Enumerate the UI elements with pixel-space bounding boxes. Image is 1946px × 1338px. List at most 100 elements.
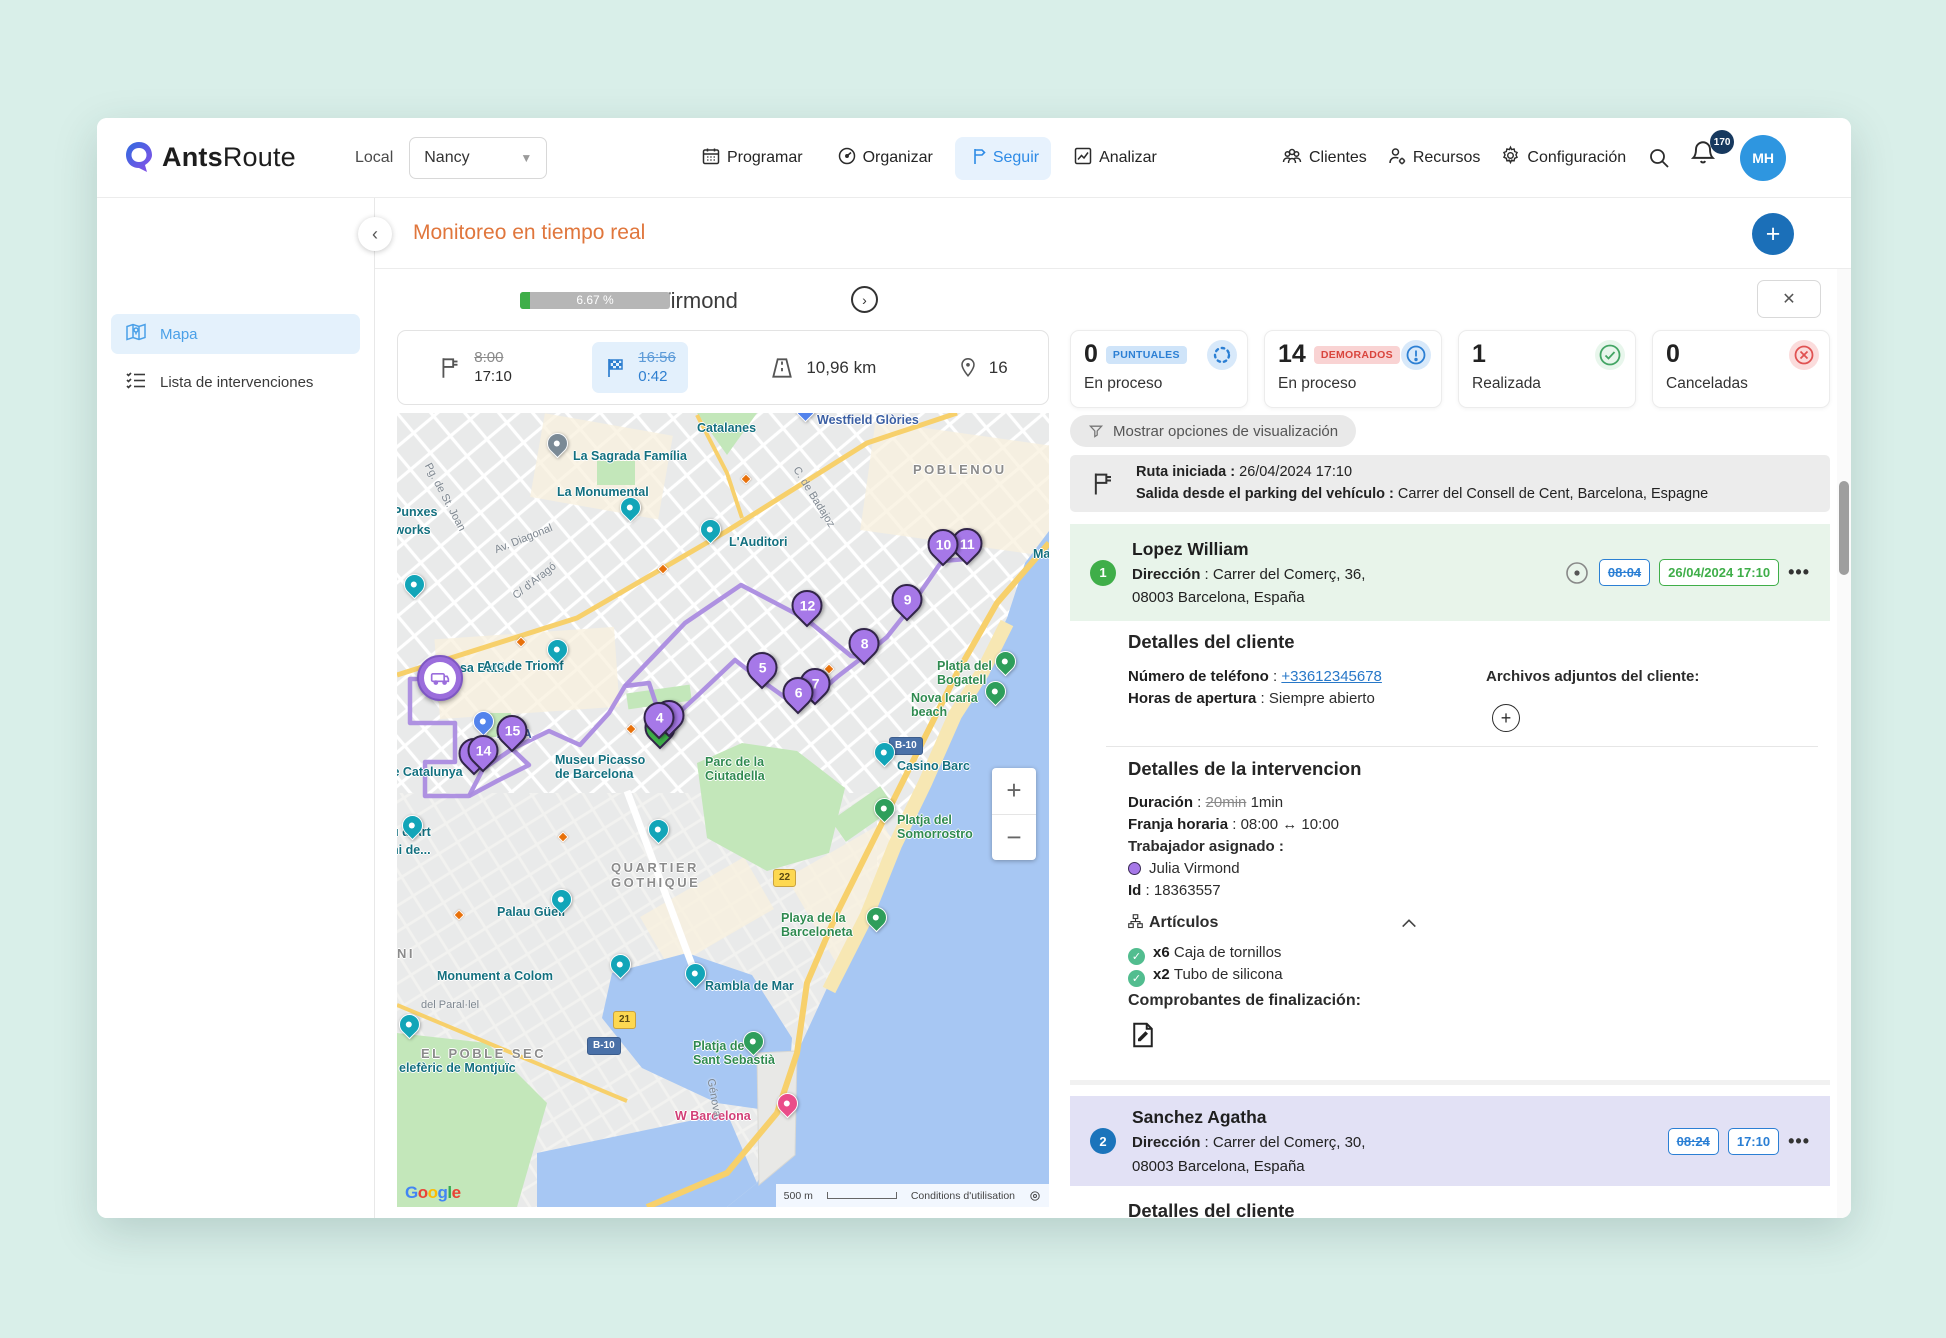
map-label: POBLENOU [913,463,1007,478]
vehicle-marker[interactable] [417,655,463,701]
check-icon: ✓ [1128,948,1145,965]
zoom-in-button[interactable]: + [992,768,1036,815]
map-zoom-control: + − [992,768,1036,860]
id-row: Id : 18363557 [1128,882,1221,899]
add-attachment-button[interactable]: + [1492,704,1520,732]
map-stop-marker-8[interactable]: 8 [849,628,880,659]
display-options-button[interactable]: Mostrar opciones de visualización [1070,415,1356,447]
nav-item-programar[interactable]: Programar [689,137,815,180]
map-label: C. de Badajoz [790,465,837,530]
stat-end: 16:560:42 [592,342,688,394]
avatar[interactable]: MH [1740,135,1786,181]
poi-pin-icon [681,959,711,989]
nav-item-analizar[interactable]: Analizar [1061,137,1169,180]
page-header: ‹ Monitoreo en tiempo real + [375,198,1851,269]
target-icon[interactable] [1564,560,1590,586]
collapse-articles-button[interactable] [1400,916,1418,935]
map-label: Westfield Glòries [817,413,919,427]
search-icon [1647,146,1671,170]
map-stop-marker-15[interactable]: 15 [497,715,528,746]
close-panel-button[interactable]: ✕ [1757,280,1821,318]
nav-item-recursos[interactable]: Recursos [1385,142,1483,175]
poi-pin-icon [870,738,900,768]
map-stop-marker-6[interactable]: 6 [783,677,814,708]
status-count: 1 [1472,340,1486,369]
status-card-puntuales[interactable]: 0PUNTUALESEn proceso [1070,330,1248,408]
scrollbar-track[interactable] [1837,269,1851,1218]
worker-row: Julia Virmond [1128,860,1240,877]
map-label: Playa de la Barceloneta [781,911,853,940]
status-badge: PUNTUALES [1106,346,1187,364]
map-stop-marker-9[interactable]: 9 [892,584,923,615]
map-label: elefèric de Montjuïc [399,1061,516,1075]
map-stop-marker-10[interactable]: 10 [928,529,959,560]
actual-time-pill: 17:10 [1728,1128,1779,1155]
stop-menu-button[interactable]: ••• [1788,562,1810,583]
notifications-button[interactable]: 170 [1690,139,1726,177]
client-details-heading: Detalles del cliente [1128,631,1295,653]
map-terms-link[interactable]: Conditions d'utilisation [911,1190,1015,1202]
end-remaining: 0:42 [638,368,676,387]
stop-card-2[interactable]: 2 Sanchez Agatha Dirección : Carrer del … [1070,1096,1830,1186]
nav-item-label: Configuración [1527,149,1626,167]
sidebar-item-lista-de-intervenciones[interactable]: Lista de intervenciones [111,362,360,402]
worker-label: Trabajador asignado : [1128,838,1284,855]
worker-color-dot [1128,862,1141,875]
signature-proof-button[interactable] [1128,1020,1158,1054]
stop-card-1[interactable]: 1 Lopez William Dirección : Carrer del C… [1070,524,1830,621]
sidebar: Mapa Lista de intervenciones [97,198,375,1218]
status-card-realizada[interactable]: 1Realizada [1458,330,1636,408]
stops-count: 16 [989,358,1008,378]
worker-name: Julia Virmond [1149,860,1240,877]
site-select[interactable]: Nancy ▼ [409,137,547,179]
article-item: ✓x6 Caja de tornillos [1128,944,1281,965]
nav-item-configuracin[interactable]: Configuración [1498,141,1628,175]
poi-pin-icon [400,570,430,600]
poi-pin-icon [543,429,573,459]
route-departure-value: Carrer del Consell de Cent, Barcelona, E… [1398,486,1708,502]
phone-link[interactable]: +33612345678 [1281,668,1382,685]
back-button[interactable]: ‹ [358,217,392,251]
metro-icon [515,636,526,647]
next-route-button[interactable]: › [851,286,878,313]
search-button[interactable] [1642,141,1676,175]
resources-icon [1387,146,1407,171]
scrollbar-thumb[interactable] [1839,481,1849,575]
map-stop-marker-4[interactable]: 4 [644,702,675,733]
zoom-out-button[interactable]: − [992,815,1036,861]
antsroute-logo-icon [123,140,155,174]
status-card-demorados[interactable]: 14DEMORADOSEn proceso [1264,330,1442,408]
local-label: Local [355,149,393,167]
gear-icon [1500,145,1521,171]
map-label: EL POBLE SEC [421,1047,546,1062]
status-count: 0 [1666,340,1680,369]
flag-icon [1090,470,1118,498]
map-stop-marker-12[interactable]: 12 [792,590,823,621]
phone-row: Número de teléfono : +33612345678 [1128,668,1382,685]
map[interactable]: CatalanesWestfield GlòriesLa Sagrada Fam… [397,413,1049,1207]
google-logo: Google [405,1183,461,1203]
marker-number: 9 [903,592,911,608]
navbar: AntsRoute Local Nancy ▼ ProgramarOrganiz… [97,118,1851,198]
cross-icon [1789,340,1819,370]
nav-item-seguir[interactable]: Seguir [955,137,1051,180]
marker-number: 6 [794,685,802,701]
address-line1: Carrer del Comerç, 30, [1213,1134,1366,1151]
map-stop-marker-14[interactable]: 14 [468,735,499,766]
articles-row[interactable]: Artículos [1128,914,1218,932]
status-card-canceladas[interactable]: 0Canceladas [1652,330,1830,408]
map-label: QUARTIER GOTHIQUE [611,861,700,891]
add-button[interactable]: + [1752,213,1794,255]
poi-pin-icon [870,794,900,824]
poi-pin-icon [644,815,674,845]
stop-menu-button[interactable]: ••• [1788,1131,1810,1152]
metro-icon [625,723,636,734]
map-stop-marker-5[interactable]: 5 [747,652,778,683]
stat-stops: 16 [957,356,1008,380]
poi-pin-icon [469,707,499,737]
check-icon [1595,340,1625,370]
brand-logo[interactable]: AntsRoute [123,140,296,174]
nav-item-clientes[interactable]: Clientes [1279,142,1369,175]
sidebar-item-mapa[interactable]: Mapa [111,314,360,354]
nav-item-organizar[interactable]: Organizar [825,137,945,180]
